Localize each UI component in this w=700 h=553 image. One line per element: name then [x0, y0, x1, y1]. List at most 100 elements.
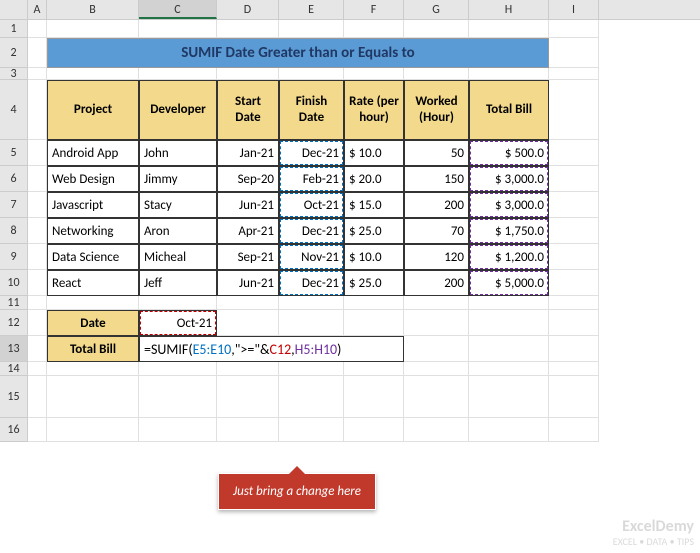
cell-total-2[interactable]: $ 3,000.0 [469, 192, 549, 218]
cell-1-8[interactable] [469, 20, 549, 38]
cell-16-5[interactable] [279, 418, 344, 442]
row-header-14[interactable]: 14 [0, 362, 28, 376]
cell-total-1[interactable]: $ 3,000.0 [469, 166, 549, 192]
cell-total-0[interactable]: $ 500.0 [469, 140, 549, 166]
cell-16-2[interactable] [47, 418, 139, 442]
cell-3-1[interactable] [28, 68, 47, 80]
cell-13-7[interactable] [404, 336, 469, 362]
cell-3-2[interactable] [47, 68, 139, 80]
row-header-11[interactable]: 11 [0, 296, 28, 310]
cell-16-4[interactable] [217, 418, 279, 442]
cell-14-1[interactable] [28, 362, 47, 376]
cell-finish-3[interactable]: Dec-21 [279, 218, 344, 244]
cell-13-9[interactable] [549, 336, 599, 362]
cell-15-7[interactable] [404, 376, 469, 418]
row-header-15[interactable]: 15 [0, 376, 28, 418]
cell-11-8[interactable] [469, 296, 549, 310]
row-header-1[interactable]: 1 [0, 20, 28, 38]
formula-cell[interactable]: =SUMIF(E5:E10,">="&C12,H5:H10) [139, 336, 404, 362]
cell-7-9[interactable] [549, 192, 599, 218]
cell-15-2[interactable] [47, 376, 139, 418]
cell-project-1[interactable]: Web Design [47, 166, 139, 192]
cell-3-8[interactable] [469, 68, 549, 80]
cell-developer-4[interactable]: Micheal [139, 244, 217, 270]
cell-12-4[interactable] [217, 310, 279, 336]
cell-14-6[interactable] [344, 362, 404, 376]
row-header-13[interactable]: 13 [0, 336, 28, 362]
cell-14-5[interactable] [279, 362, 344, 376]
cell-15-6[interactable] [344, 376, 404, 418]
cell-4-9[interactable] [549, 80, 599, 140]
cell-11-9[interactable] [549, 296, 599, 310]
cell-12-8[interactable] [469, 310, 549, 336]
cell-developer-0[interactable]: John [139, 140, 217, 166]
cell-10-9[interactable] [549, 270, 599, 296]
cell-6-9[interactable] [549, 166, 599, 192]
cell-worked-4[interactable]: 120 [404, 244, 469, 270]
cell-2-9[interactable] [549, 38, 599, 68]
cell-rate-5[interactable]: $ 25.0 [344, 270, 404, 296]
cell-5-1[interactable] [28, 140, 47, 166]
row-header-2[interactable]: 2 [0, 38, 28, 68]
cell-finish-4[interactable]: Nov-21 [279, 244, 344, 270]
cell-1-2[interactable] [47, 20, 139, 38]
cell-14-7[interactable] [404, 362, 469, 376]
cell-11-4[interactable] [217, 296, 279, 310]
cell-15-9[interactable] [549, 376, 599, 418]
cell-12-1[interactable] [28, 310, 47, 336]
cell-start-2[interactable]: Jun-21 [217, 192, 279, 218]
cell-finish-0[interactable]: Dec-21 [279, 140, 344, 166]
cell-16-9[interactable] [549, 418, 599, 442]
col-header-A[interactable]: A [28, 0, 47, 19]
cell-project-3[interactable]: Networking [47, 218, 139, 244]
cell-start-1[interactable]: Sep-20 [217, 166, 279, 192]
cell-rate-0[interactable]: $ 10.0 [344, 140, 404, 166]
col-header-E[interactable]: E [279, 0, 344, 19]
cell-developer-5[interactable]: Jeff [139, 270, 217, 296]
cell-worked-2[interactable]: 200 [404, 192, 469, 218]
cell-15-4[interactable] [217, 376, 279, 418]
col-header-C[interactable]: C [139, 0, 217, 19]
cell-worked-1[interactable]: 150 [404, 166, 469, 192]
cell-total-3[interactable]: $ 1,750.0 [469, 218, 549, 244]
cell-8-1[interactable] [28, 218, 47, 244]
row-header-3[interactable]: 3 [0, 68, 28, 80]
cell-9-1[interactable] [28, 244, 47, 270]
cell-3-7[interactable] [404, 68, 469, 80]
row-header-7[interactable]: 7 [0, 192, 28, 218]
cell-finish-5[interactable]: Dec-21 [279, 270, 344, 296]
cell-3-5[interactable] [279, 68, 344, 80]
row-header-12[interactable]: 12 [0, 310, 28, 336]
cell-8-9[interactable] [549, 218, 599, 244]
cell-1-9[interactable] [549, 20, 599, 38]
cell-finish-2[interactable]: Oct-21 [279, 192, 344, 218]
cell-15-8[interactable] [469, 376, 549, 418]
cell-worked-3[interactable]: 70 [404, 218, 469, 244]
cell-11-2[interactable] [47, 296, 139, 310]
cell-16-3[interactable] [139, 418, 217, 442]
cell-finish-1[interactable]: Feb-21 [279, 166, 344, 192]
cell-6-1[interactable] [28, 166, 47, 192]
row-header-10[interactable]: 10 [0, 270, 28, 296]
cell-7-1[interactable] [28, 192, 47, 218]
cell-1-6[interactable] [344, 20, 404, 38]
col-header-H[interactable]: H [469, 0, 549, 19]
cell-developer-2[interactable]: Stacy [139, 192, 217, 218]
cell-start-5[interactable]: Jun-21 [217, 270, 279, 296]
cell-1-1[interactable] [28, 20, 47, 38]
cell-developer-1[interactable]: Jimmy [139, 166, 217, 192]
cell-project-4[interactable]: Data Science [47, 244, 139, 270]
cell-start-4[interactable]: Sep-21 [217, 244, 279, 270]
cell-3-3[interactable] [139, 68, 217, 80]
row-header-4[interactable]: 4 [0, 80, 28, 140]
cell-12-5[interactable] [279, 310, 344, 336]
cell-16-7[interactable] [404, 418, 469, 442]
col-header-B[interactable]: B [47, 0, 139, 19]
cell-3-4[interactable] [217, 68, 279, 80]
cell-15-5[interactable] [279, 376, 344, 418]
cell-rate-4[interactable]: $ 10.0 [344, 244, 404, 270]
row-header-16[interactable]: 16 [0, 418, 28, 442]
cell-13-8[interactable] [469, 336, 549, 362]
cell-11-6[interactable] [344, 296, 404, 310]
cell-13-1[interactable] [28, 336, 47, 362]
